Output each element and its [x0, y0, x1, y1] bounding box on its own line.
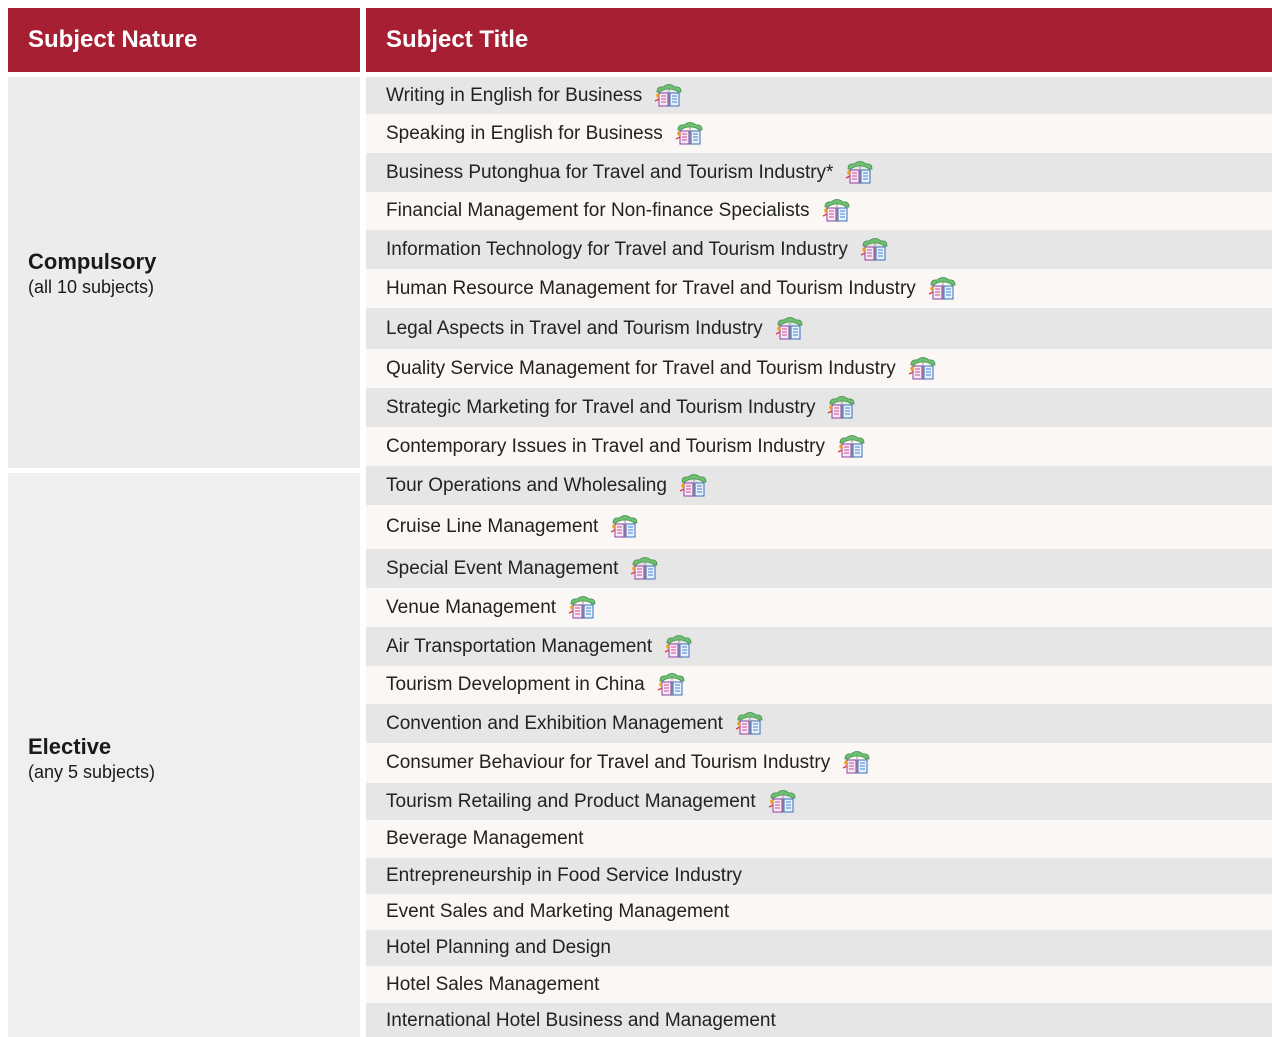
course-icon	[735, 711, 765, 737]
course-icon	[679, 473, 709, 499]
subject-title: Quality Service Management for Travel an…	[386, 357, 896, 379]
header-subject-nature: Subject Nature	[8, 8, 360, 72]
course-icon	[860, 237, 890, 263]
subject-list: Writing in English for Business Speaking …	[366, 77, 1272, 1037]
subject-title: Writing in English for Business	[386, 84, 643, 106]
course-icon	[842, 750, 872, 776]
table-row: Cruise Line Management	[366, 505, 1272, 549]
course-icon	[928, 276, 958, 302]
subject-title: International Hotel Business and Managem…	[386, 1010, 776, 1031]
course-icon	[568, 595, 598, 621]
course-icon	[822, 198, 852, 224]
table-row: Writing in English for Business	[366, 77, 1272, 114]
table-row: Financial Management for Non-finance Spe…	[366, 192, 1272, 230]
table-row: Tour Operations and Wholesaling	[366, 466, 1272, 505]
subject-title: Venue Management	[386, 596, 557, 618]
subject-title: Tour Operations and Wholesaling	[386, 474, 667, 496]
table-row: Human Resource Management for Travel and…	[366, 269, 1272, 308]
group-compulsory: Compulsory (all 10 subjects)	[8, 77, 360, 468]
table-row: Consumer Behaviour for Travel and Touris…	[366, 743, 1272, 783]
subject-title: Information Technology for Travel and To…	[386, 238, 848, 260]
table-row: Special Event Management	[366, 549, 1272, 588]
course-icon	[610, 514, 640, 540]
subject-title: Hotel Planning and Design	[386, 937, 611, 958]
subject-title: Financial Management for Non-finance Spe…	[386, 200, 810, 221]
subject-title: Legal Aspects in Travel and Tourism Indu…	[386, 317, 763, 339]
table-row: Event Sales and Marketing Management	[366, 894, 1272, 930]
course-icon	[908, 356, 938, 382]
table-row: Information Technology for Travel and To…	[366, 230, 1272, 269]
table-row: Contemporary Issues in Travel and Touris…	[366, 427, 1272, 466]
subject-title: Air Transportation Management	[386, 635, 653, 657]
subject-title: Tourism Retailing and Product Management	[386, 790, 756, 812]
group-subtitle: (all 10 subjects)	[28, 276, 155, 297]
subject-title: Tourism Development in China	[386, 674, 645, 695]
course-icon	[827, 395, 857, 421]
subject-title: Human Resource Management for Travel and…	[386, 277, 916, 299]
table-row: Air Transportation Management	[366, 627, 1272, 666]
course-icon	[630, 556, 660, 582]
course-icon	[657, 672, 687, 698]
table-row: Entrepreneurship in Food Service Industr…	[366, 858, 1272, 894]
group-label: Compulsory	[28, 248, 157, 274]
group-label: Elective	[28, 734, 112, 759]
subject-title: Special Event Management	[386, 557, 619, 579]
course-icon	[675, 121, 705, 147]
group-subtitle: (any 5 subjects)	[28, 762, 156, 782]
table-row: Tourism Development in China	[366, 666, 1272, 704]
header-subject-title: Subject Title	[366, 8, 1272, 72]
subject-title: Event Sales and Marketing Management	[386, 901, 730, 922]
course-icon	[845, 160, 875, 186]
subject-title: Beverage Management	[386, 828, 584, 849]
course-icon	[768, 789, 798, 815]
table-row: Hotel Planning and Design	[366, 930, 1272, 966]
course-icon	[775, 316, 805, 342]
table-row: Legal Aspects in Travel and Tourism Indu…	[366, 308, 1272, 349]
table-row: International Hotel Business and Managem…	[366, 1003, 1272, 1037]
table-row: Convention and Exhibition Management	[366, 704, 1272, 743]
table-row: Strategic Marketing for Travel and Touri…	[366, 388, 1272, 427]
course-icon	[654, 83, 684, 109]
table-row: Tourism Retailing and Product Management	[366, 783, 1272, 820]
subject-title: Entrepreneurship in Food Service Industr…	[386, 865, 742, 886]
course-icon	[837, 434, 867, 460]
subject-title: Strategic Marketing for Travel and Touri…	[386, 396, 816, 418]
table-row: Beverage Management	[366, 820, 1272, 858]
subject-title: Business Putonghua for Travel and Touris…	[386, 161, 834, 183]
table-row: Quality Service Management for Travel an…	[366, 349, 1272, 388]
table-row: Venue Management	[366, 588, 1272, 627]
subject-table: Subject Nature Subject Title Compulsory …	[0, 0, 1272, 1037]
subject-title: Consumer Behaviour for Travel and Touris…	[386, 752, 831, 773]
subject-title: Speaking in English for Business	[386, 122, 663, 144]
group-elective: Elective (any 5 subjects)	[8, 473, 360, 1037]
table-row: Speaking in English for Business	[366, 114, 1272, 153]
subject-title: Cruise Line Management	[386, 516, 599, 537]
table-row: Hotel Sales Management	[366, 966, 1272, 1003]
subject-title: Contemporary Issues in Travel and Touris…	[386, 435, 825, 457]
course-icon	[664, 634, 694, 660]
subject-title: Hotel Sales Management	[386, 973, 600, 995]
table-row: Business Putonghua for Travel and Touris…	[366, 153, 1272, 192]
subject-title: Convention and Exhibition Management	[386, 712, 723, 734]
